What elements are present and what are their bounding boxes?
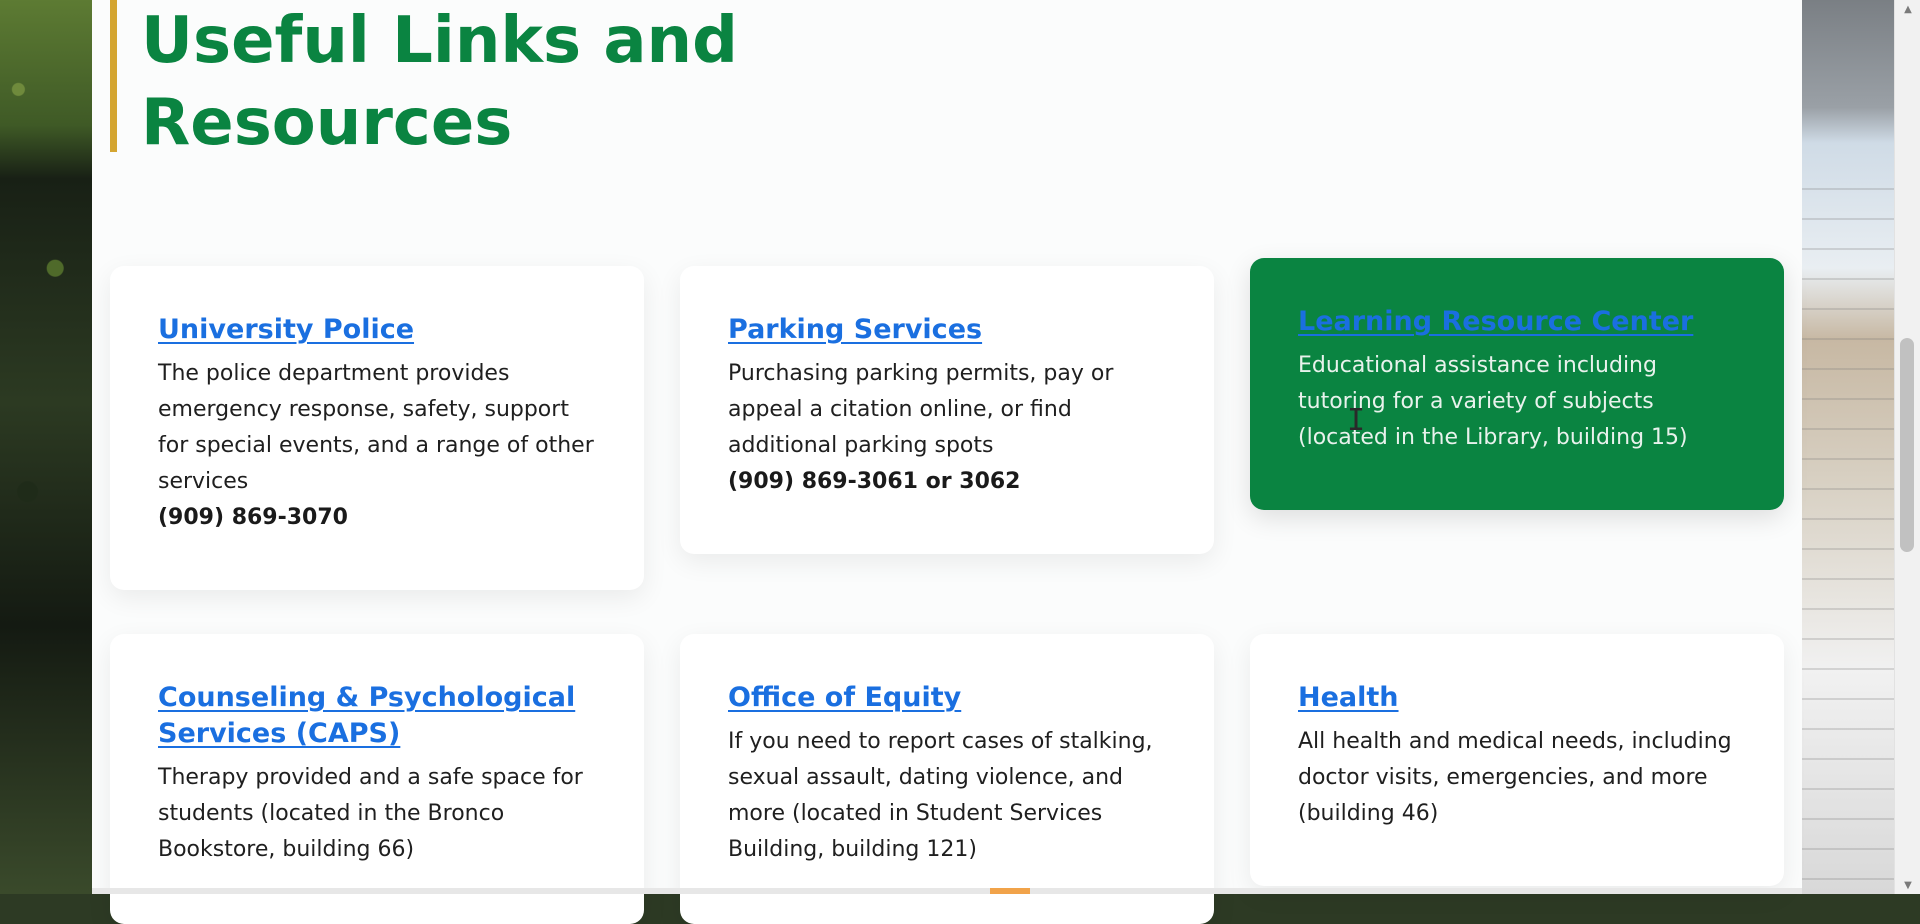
text-cursor-icon: I bbox=[1347, 403, 1366, 438]
chevron-down-icon[interactable]: ▼ bbox=[1895, 876, 1920, 894]
card-description: Educational assistance including tutorin… bbox=[1298, 353, 1688, 450]
background-photo-left bbox=[0, 0, 92, 894]
vertical-scrollbar[interactable]: ▲ ▼ bbox=[1894, 0, 1920, 894]
university-police-link[interactable]: University Police bbox=[158, 312, 596, 348]
bottom-accent bbox=[990, 888, 1030, 894]
page-title: Useful Links and Resources bbox=[141, 4, 738, 160]
card-description: Therapy provided and a safe space for st… bbox=[158, 765, 583, 862]
section-heading: Useful Links and Resources bbox=[110, 0, 810, 160]
resource-card-health: Health All health and medical needs, inc… bbox=[1250, 634, 1784, 886]
resource-card-parking-services: Parking Services Purchasing parking perm… bbox=[680, 266, 1214, 554]
health-link[interactable]: Health bbox=[1298, 680, 1736, 716]
content-panel: Useful Links and Resources University Po… bbox=[92, 0, 1802, 924]
card-description: If you need to report cases of stalking,… bbox=[728, 729, 1153, 862]
resource-card-learning-resource-center: Learning Resource Center Educational ass… bbox=[1250, 258, 1784, 510]
card-description: All health and medical needs, including … bbox=[1298, 729, 1732, 826]
scrollbar-thumb[interactable] bbox=[1900, 338, 1914, 552]
learning-resource-center-link[interactable]: Learning Resource Center bbox=[1298, 304, 1736, 340]
resource-card-university-police: University Police The police department … bbox=[110, 266, 644, 590]
bottom-edge bbox=[92, 888, 1802, 894]
chevron-up-icon[interactable]: ▲ bbox=[1895, 0, 1920, 18]
card-phone: (909) 869-3061 or 3062 bbox=[728, 469, 1021, 494]
card-phone: (909) 869-3070 bbox=[158, 505, 348, 530]
background-photo-right bbox=[1802, 0, 1894, 894]
parking-services-link[interactable]: Parking Services bbox=[728, 312, 1166, 348]
resource-card-caps: Counseling & Psychological Services (CAP… bbox=[110, 634, 644, 924]
office-of-equity-link[interactable]: Office of Equity bbox=[728, 680, 1166, 716]
card-description: Purchasing parking permits, pay or appea… bbox=[728, 361, 1114, 458]
caps-link[interactable]: Counseling & Psychological Services (CAP… bbox=[158, 680, 596, 752]
card-description: The police department provides emergency… bbox=[158, 361, 594, 494]
resource-card-office-of-equity: Office of Equity If you need to report c… bbox=[680, 634, 1214, 924]
